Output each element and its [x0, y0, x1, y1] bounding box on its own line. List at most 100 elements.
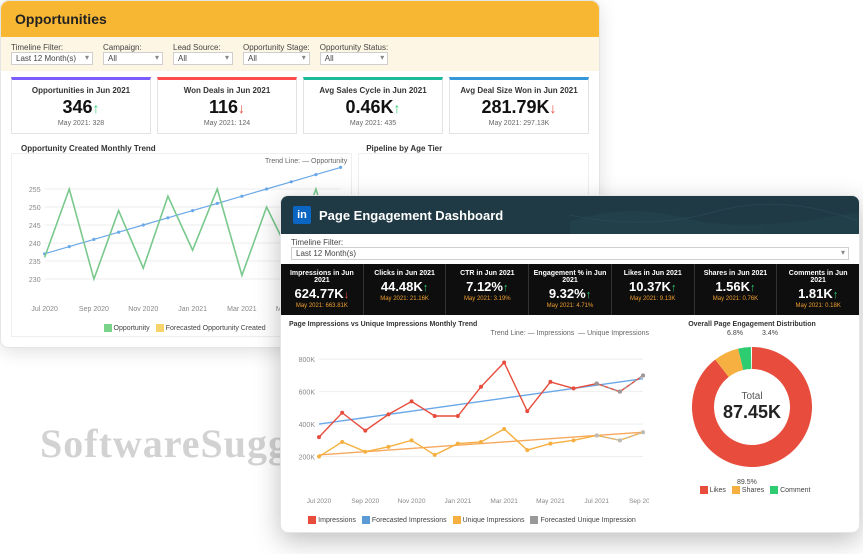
svg-text:Sep 2020: Sep 2020 — [79, 306, 109, 313]
trend-arrow-icon: ↑ — [423, 282, 429, 294]
kpi-card[interactable]: Impressions in Jun 2021 624.77K↓ May 202… — [281, 264, 364, 315]
kpi-card[interactable]: Likes in Jun 2021 10.37K↑ May 2021: 9.13… — [612, 264, 695, 315]
svg-text:Sep 2021: Sep 2021 — [629, 498, 649, 505]
kpi-card[interactable]: Shares in Jun 2021 1.56K↑ May 2021: 0.76… — [695, 264, 778, 315]
kpi-value: 10.37K↑ — [616, 279, 690, 294]
dash-b-cards: Impressions in Jun 2021 624.77K↓ May 202… — [281, 264, 859, 315]
filter-label: Timeline Filter: — [11, 43, 93, 52]
timeline-filter-select[interactable]: Last 12 Month(s) — [291, 247, 849, 260]
svg-text:Mar 2021: Mar 2021 — [490, 498, 518, 505]
donut-center: Total 87.45K — [677, 332, 827, 482]
slice-label-comment: 3.4% — [762, 330, 778, 337]
dash-b-filter-bar: Timeline Filter: Last 12 Month(s) — [281, 234, 859, 264]
panel-b2-title: Overall Page Engagement Distribution — [653, 321, 851, 328]
kpi-card[interactable]: CTR in Jun 2021 7.12%↑ May 2021: 3.19% — [446, 264, 529, 315]
svg-text:250: 250 — [29, 205, 41, 212]
svg-text:200K: 200K — [299, 455, 316, 462]
panel-b1-title: Page Impressions vs Unique Impressions M… — [289, 321, 649, 328]
kpi-value: 0.46K↑ — [310, 97, 436, 118]
kpi-sub: May 2021: 435 — [310, 120, 436, 127]
kpi-value: 9.32%↑ — [533, 286, 607, 301]
trend-arrow-icon: ↑ — [750, 282, 756, 294]
kpi-value: 624.77K↓ — [285, 286, 359, 301]
kpi-value: 1.81K↑ — [781, 286, 855, 301]
dash-b-header: in Page Engagement Dashboard — [281, 196, 859, 234]
kpi-sub: May 2021: 328 — [18, 120, 144, 127]
kpi-card[interactable]: Avg Sales Cycle in Jun 2021 0.46K↑ May 2… — [303, 77, 443, 134]
chart-impressions-trend: Page Impressions vs Unique Impressions M… — [289, 321, 649, 524]
svg-text:235: 235 — [29, 259, 41, 266]
svg-text:600K: 600K — [299, 390, 316, 397]
page-engagement-dashboard: in Page Engagement Dashboard Timeline Fi… — [280, 195, 860, 533]
chart-engagement-distribution: Overall Page Engagement Distribution Tot… — [653, 321, 851, 524]
kpi-card[interactable]: Clicks in Jun 2021 44.48K↑ May 2021: 21.… — [364, 264, 447, 315]
kpi-card[interactable]: Won Deals in Jun 2021 116↓ May 2021: 124 — [157, 77, 297, 134]
svg-text:Jul 2020: Jul 2020 — [31, 306, 58, 313]
kpi-card[interactable]: Comments in Jun 2021 1.81K↑ May 2021: 0.… — [777, 264, 859, 315]
kpi-title: Engagement % in Jun 2021 — [533, 270, 607, 284]
kpi-sub: May 2021: 663.81K — [285, 303, 359, 309]
filter-label: Opportunity Status: — [320, 43, 388, 52]
svg-text:255: 255 — [29, 187, 41, 194]
svg-text:Jan 2021: Jan 2021 — [444, 498, 471, 505]
kpi-sub: May 2021: 4.71% — [533, 303, 607, 309]
kpi-title: Shares in Jun 2021 — [699, 270, 773, 277]
trend-arrow-icon: ↓ — [550, 100, 557, 116]
panel-b2-legend: LikesSharesComment — [653, 486, 851, 494]
kpi-sub: May 2021: 0.18K — [781, 303, 855, 309]
trend-arrow-icon: ↓ — [344, 289, 350, 301]
kpi-value: 44.48K↑ — [368, 279, 442, 294]
trend-arrow-icon: ↑ — [586, 289, 592, 301]
dash-b-title: Page Engagement Dashboard — [319, 208, 503, 223]
svg-text:400K: 400K — [299, 422, 316, 429]
kpi-sub: May 2021: 3.19% — [450, 296, 524, 302]
kpi-value: 116↓ — [164, 97, 290, 118]
kpi-title: Opportunities in Jun 2021 — [18, 86, 144, 95]
dash-a-title: Opportunities — [1, 1, 599, 37]
kpi-sub: May 2021: 124 — [164, 120, 290, 127]
svg-text:230: 230 — [29, 277, 41, 284]
kpi-value: 1.56K↑ — [699, 279, 773, 294]
kpi-card[interactable]: Engagement % in Jun 2021 9.32%↑ May 2021… — [529, 264, 612, 315]
kpi-sub: May 2021: 21.16K — [368, 296, 442, 302]
filter-label: Campaign: — [103, 43, 163, 52]
slice-label-likes: 89.5% — [737, 479, 757, 486]
svg-text:240: 240 — [29, 241, 41, 248]
kpi-card[interactable]: Avg Deal Size Won in Jun 2021 281.79K↓ M… — [449, 77, 589, 134]
linkedin-icon: in — [293, 206, 311, 224]
kpi-value: 346↑ — [18, 97, 144, 118]
trend-arrow-icon: ↑ — [671, 282, 677, 294]
svg-text:Mar 2021: Mar 2021 — [227, 306, 257, 313]
filter-label: Opportunity Stage: — [243, 43, 310, 52]
kpi-card[interactable]: Opportunities in Jun 2021 346↑ May 2021:… — [11, 77, 151, 134]
kpi-title: CTR in Jun 2021 — [450, 270, 524, 277]
svg-text:Sep 2020: Sep 2020 — [351, 498, 379, 505]
filter-label: Lead Source: — [173, 43, 233, 52]
dash-a-filter-bar: Timeline Filter:Last 12 Month(s) Campaign… — [1, 37, 599, 71]
filter-select[interactable]: Last 12 Month(s) — [11, 52, 93, 65]
trend-arrow-icon: ↓ — [238, 100, 245, 116]
svg-text:Jul 2020: Jul 2020 — [307, 498, 332, 505]
chart-a2-title: Pipeline by Age Tier — [356, 140, 589, 153]
chart-a1-legend-top: Trend Line: — Opportunity — [16, 158, 347, 165]
trend-arrow-icon: ↑ — [394, 100, 401, 116]
chart-a1-title: Opportunity Created Monthly Trend — [11, 140, 350, 153]
panel-b1-legend-top: Trend Line: — Impressions — Unique Impre… — [289, 330, 649, 337]
slice-label-shares: 6.8% — [727, 330, 743, 337]
svg-text:Nov 2020: Nov 2020 — [128, 306, 158, 313]
svg-text:Jan 2021: Jan 2021 — [178, 306, 207, 313]
kpi-sub: May 2021: 0.76K — [699, 296, 773, 302]
filter-select[interactable]: All — [243, 52, 310, 65]
filter-select[interactable]: All — [320, 52, 388, 65]
trend-arrow-icon: ↑ — [503, 282, 509, 294]
kpi-title: Won Deals in Jun 2021 — [164, 86, 290, 95]
panel-b1-legend: ImpressionsForecasted ImpressionsUnique … — [289, 516, 649, 524]
dash-a-cards: Opportunities in Jun 2021 346↑ May 2021:… — [1, 71, 599, 140]
kpi-title: Avg Sales Cycle in Jun 2021 — [310, 86, 436, 95]
kpi-title: Avg Deal Size Won in Jun 2021 — [456, 86, 582, 95]
filter-select[interactable]: All — [173, 52, 233, 65]
svg-text:Jul 2021: Jul 2021 — [584, 498, 609, 505]
kpi-title: Impressions in Jun 2021 — [285, 270, 359, 284]
filter-select[interactable]: All — [103, 52, 163, 65]
svg-text:245: 245 — [29, 223, 41, 230]
